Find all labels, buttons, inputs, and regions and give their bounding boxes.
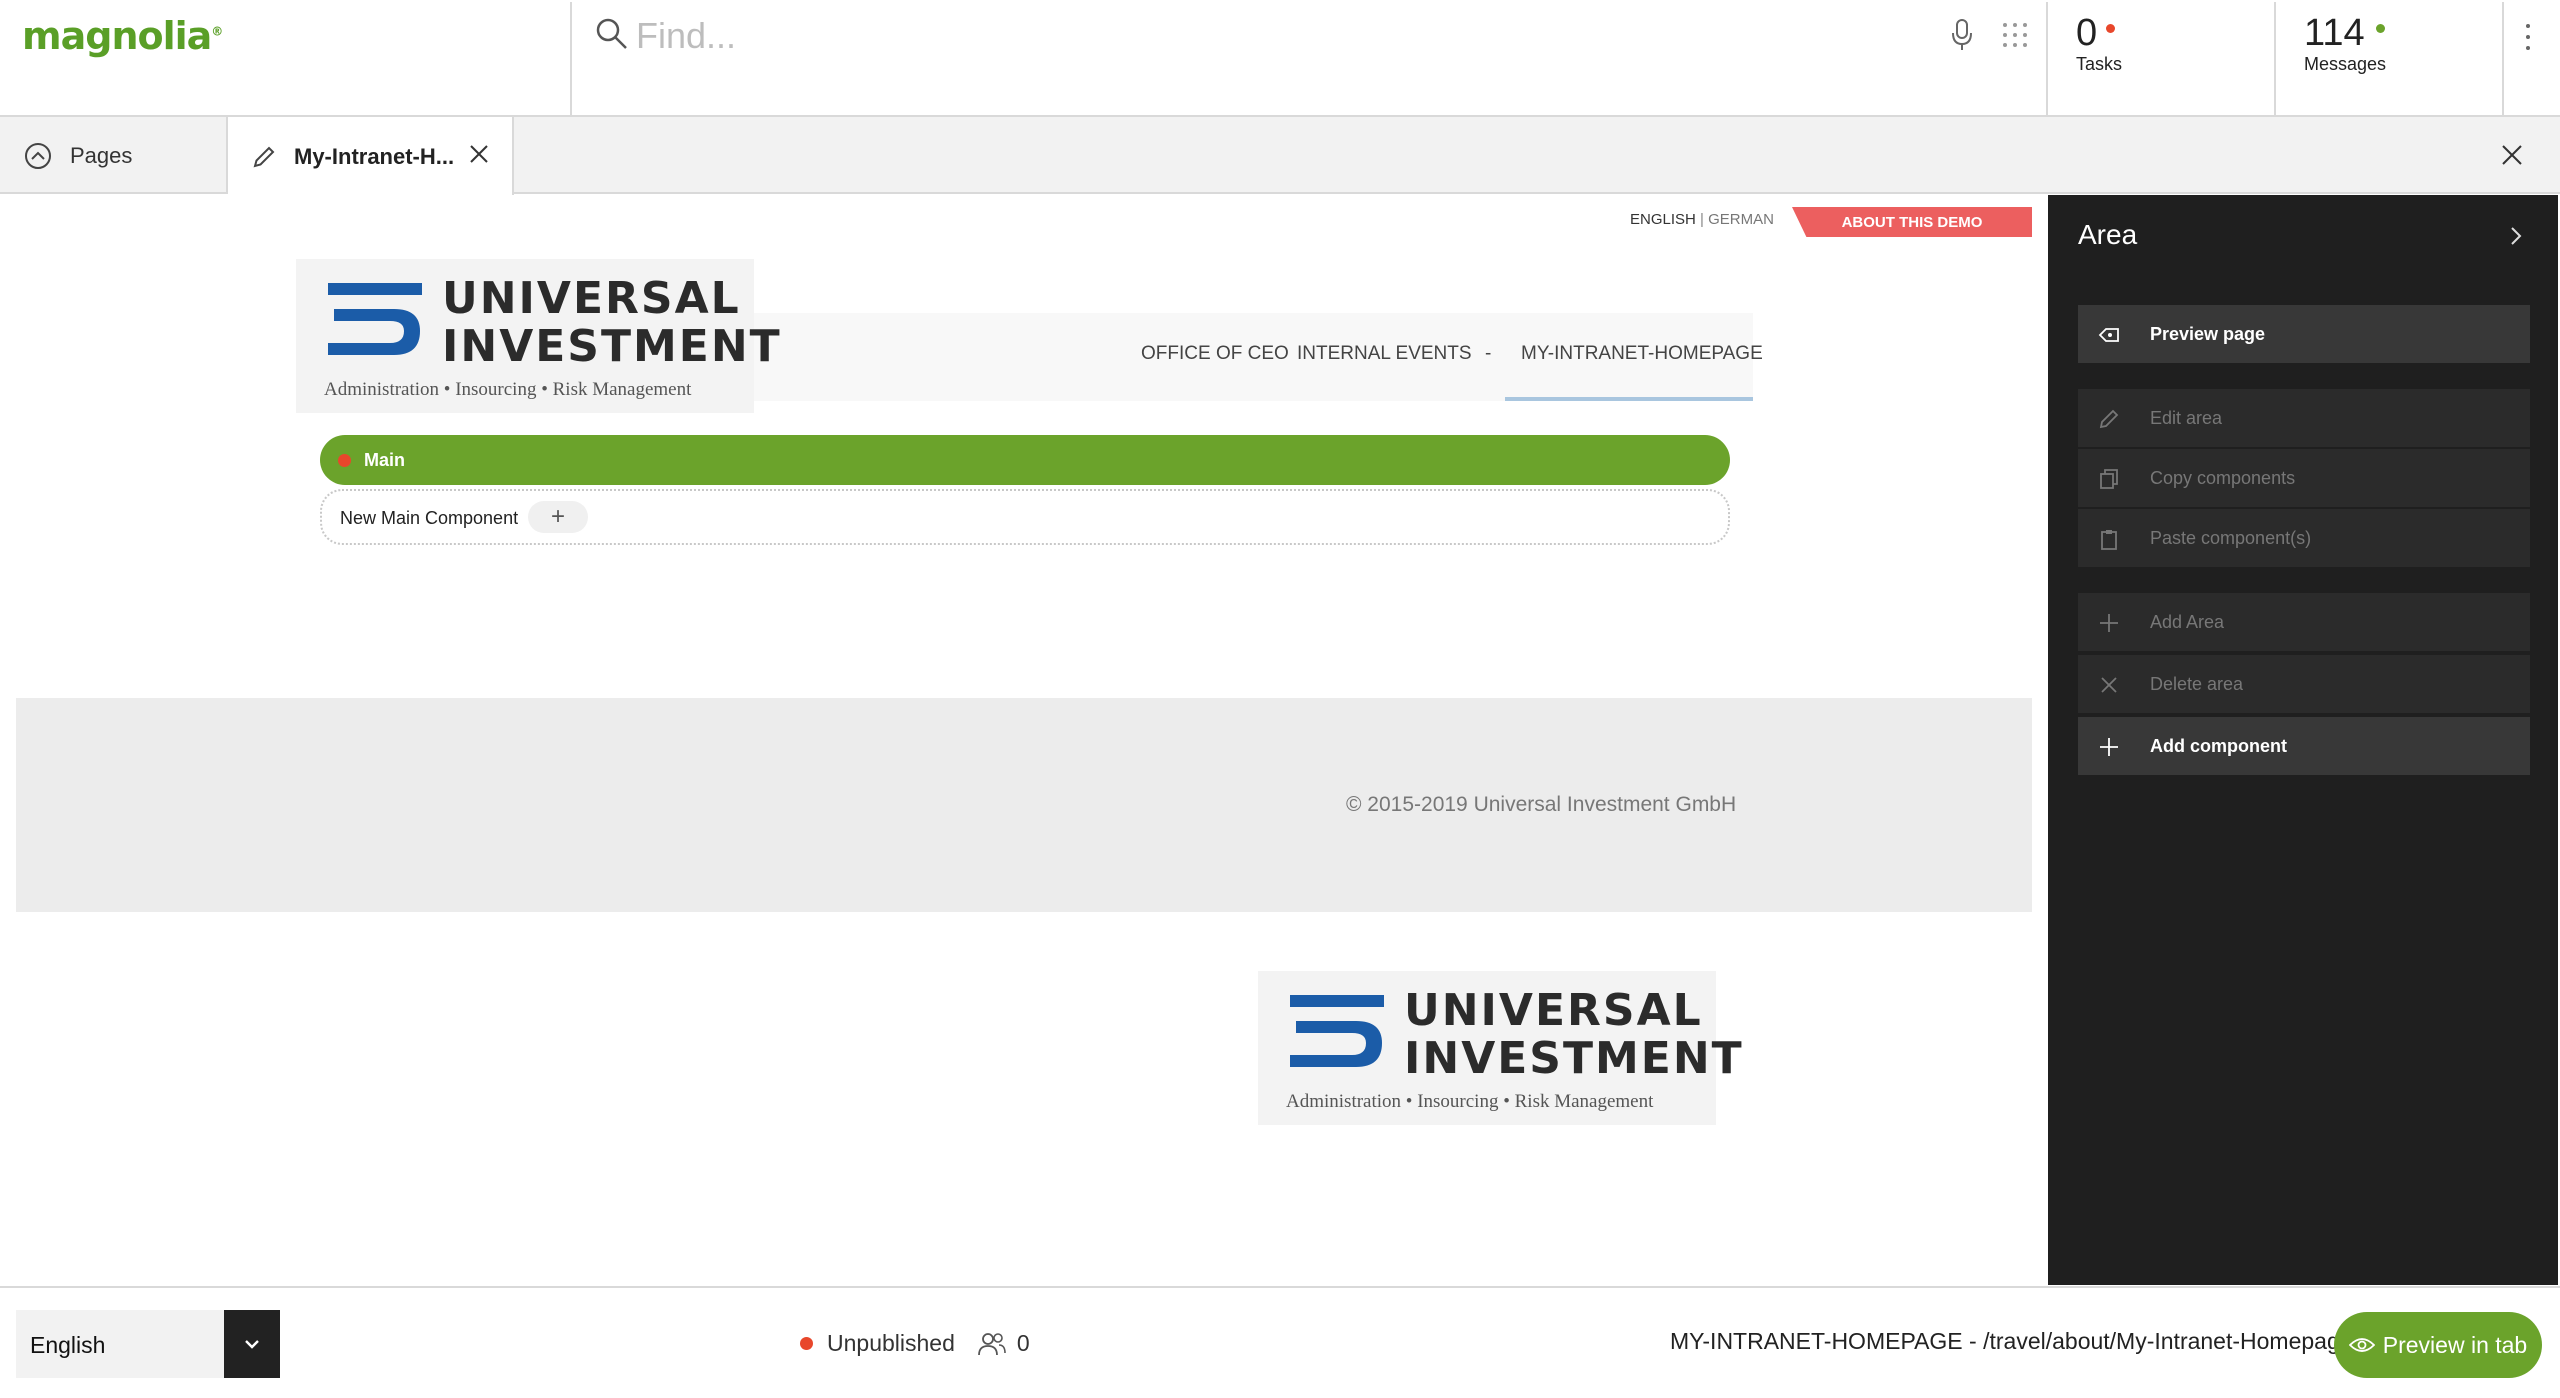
area-status-dot bbox=[338, 454, 351, 467]
microphone-icon[interactable] bbox=[1950, 18, 1974, 52]
logo-word-universal: UNIVERSAL bbox=[442, 273, 741, 324]
tasks-status-dot bbox=[2106, 24, 2115, 33]
language-dropdown-button[interactable] bbox=[224, 1310, 280, 1378]
site-footer: © 2015-2019 Universal Investment GmbH bbox=[16, 698, 2032, 912]
more-options-icon[interactable] bbox=[2520, 20, 2536, 54]
about-demo-button[interactable]: ABOUT THIS DEMO bbox=[1792, 207, 2032, 237]
tab-pages[interactable]: Pages bbox=[0, 117, 228, 194]
action-label: Paste component(s) bbox=[2150, 528, 2312, 548]
users-icon bbox=[977, 1332, 1006, 1355]
action-paste-components[interactable]: Paste component(s) bbox=[2078, 509, 2530, 567]
main-area-bar[interactable]: Main bbox=[320, 435, 1730, 485]
action-preview-page[interactable]: Preview page bbox=[2078, 305, 2530, 363]
action-add-component[interactable]: Add component bbox=[2078, 717, 2530, 775]
action-label: Add component bbox=[2150, 736, 2287, 756]
add-component-plus-icon[interactable]: + bbox=[528, 501, 588, 533]
footer-universal-investment-logo: UNIVERSAL INVESTMENT Administration • In… bbox=[1258, 971, 1742, 1125]
pencil-icon bbox=[253, 146, 275, 167]
pencil-icon bbox=[2099, 409, 2119, 429]
page-editor-canvas: ENGLISH | GERMAN ABOUT THIS DEMO OFFICE … bbox=[2, 195, 2046, 1285]
nav-office-of-ceo[interactable]: OFFICE OF CEO bbox=[1141, 343, 1289, 365]
language-select[interactable]: English bbox=[16, 1310, 280, 1378]
publication-status-label: Unpublished bbox=[827, 1330, 955, 1356]
users-count: 0 bbox=[1016, 1330, 1030, 1356]
copy-icon bbox=[2100, 469, 2118, 489]
app-header: magnolia® 0 Tasks 114 Messages bbox=[0, 0, 2560, 117]
tab-my-intranet-homepage[interactable]: My-Intranet-H... bbox=[228, 117, 514, 196]
action-label: Delete area bbox=[2150, 674, 2244, 694]
close-tab-icon[interactable] bbox=[466, 141, 492, 167]
magnolia-logo[interactable]: magnolia® bbox=[22, 14, 223, 58]
tasks-count: 0 bbox=[2076, 12, 2098, 54]
action-label: Copy components bbox=[2150, 468, 2296, 488]
nav-my-intranet-homepage[interactable]: MY-INTRANET-HOMEPAGE bbox=[1521, 343, 1763, 365]
logo-tagline: Administration • Insourcing • Risk Manag… bbox=[1286, 1091, 1654, 1112]
action-copy-components[interactable]: Copy components bbox=[2078, 449, 2530, 507]
action-edit-area[interactable]: Edit area bbox=[2078, 389, 2530, 447]
tab-bar: Pages My-Intranet-H... bbox=[0, 117, 2560, 196]
chevron-right-icon[interactable] bbox=[2508, 225, 2524, 247]
action-add-area[interactable]: Add Area bbox=[2078, 593, 2530, 651]
close-app-icon[interactable] bbox=[2498, 141, 2526, 169]
eye-icon bbox=[2348, 1338, 2375, 1352]
tasks-label: Tasks bbox=[2076, 54, 2123, 74]
logo-tagline: Administration • Insourcing • Risk Manag… bbox=[324, 379, 692, 400]
language-switcher: ENGLISH | GERMAN bbox=[1630, 211, 1774, 228]
new-main-component-label: New Main Component bbox=[340, 508, 519, 528]
plus-icon bbox=[2100, 614, 2118, 632]
main-area-label: Main bbox=[364, 449, 406, 470]
preview-in-tab-label: Preview in tab bbox=[2382, 1331, 2528, 1358]
tab-page-label: My-Intranet-H... bbox=[294, 143, 455, 169]
action-delete-area[interactable]: Delete area bbox=[2078, 655, 2530, 713]
preview-in-tab-button[interactable]: Preview in tab bbox=[2334, 1312, 2542, 1378]
nav-internal-events[interactable]: INTERNAL EVENTS bbox=[1297, 343, 1472, 365]
logo-word-investment: INVESTMENT bbox=[1404, 1033, 1744, 1084]
lang-english-link[interactable]: ENGLISH bbox=[1630, 211, 1696, 228]
lang-separator: | bbox=[1700, 211, 1704, 228]
search-icon bbox=[596, 18, 627, 49]
chevron-up-circle-icon bbox=[25, 142, 51, 169]
status-bar: English Unpublished 0 MY-INTRANET-HOMEPA… bbox=[0, 1286, 2560, 1398]
action-label: Preview page bbox=[2150, 324, 2266, 344]
nav-active-indicator bbox=[1505, 397, 1753, 401]
lang-german-link[interactable]: GERMAN bbox=[1708, 211, 1774, 228]
universal-investment-mark-icon bbox=[328, 283, 422, 355]
messages-count: 114 bbox=[2304, 12, 2365, 54]
logo-word-investment: INVESTMENT bbox=[442, 321, 782, 372]
chevron-down-icon bbox=[245, 1340, 259, 1349]
universal-investment-mark-icon bbox=[1290, 995, 1384, 1067]
unpublished-status-dot bbox=[800, 1337, 813, 1350]
plus-icon bbox=[2100, 738, 2118, 756]
clipboard-icon bbox=[2101, 530, 2117, 550]
action-panel: Area Preview page Edit area Copy compone… bbox=[2048, 195, 2558, 1285]
universal-investment-logo[interactable]: UNIVERSAL INVESTMENT Administration • In… bbox=[296, 259, 780, 413]
search-bar bbox=[570, 2, 2048, 115]
action-label: Edit area bbox=[2150, 408, 2223, 428]
search-input[interactable] bbox=[636, 10, 1836, 62]
new-main-component-placeholder[interactable]: New Main Component + bbox=[320, 489, 1730, 545]
x-icon bbox=[2101, 677, 2117, 693]
tasks-indicator[interactable]: 0 Tasks bbox=[2048, 2, 2276, 115]
messages-label: Messages bbox=[2304, 54, 2387, 74]
action-label: Add Area bbox=[2150, 612, 2225, 632]
publication-status: Unpublished 0 bbox=[800, 1330, 1030, 1357]
tab-pages-label: Pages bbox=[70, 142, 133, 168]
app-launcher-icon[interactable] bbox=[2000, 20, 2030, 50]
page-path: MY-INTRANET-HOMEPAGE - /travel/about/My-… bbox=[1670, 1328, 2353, 1354]
eye-tag-icon bbox=[2098, 328, 2119, 342]
messages-indicator[interactable]: 114 Messages bbox=[2276, 2, 2504, 115]
copyright-text: © 2015-2019 Universal Investment GmbH bbox=[1346, 793, 1737, 816]
language-select-value: English bbox=[30, 1332, 106, 1358]
messages-status-dot bbox=[2376, 24, 2385, 33]
nav-separator: - bbox=[1485, 343, 1492, 364]
logo-word-universal: UNIVERSAL bbox=[1404, 985, 1703, 1036]
panel-title: Area bbox=[2078, 219, 2138, 250]
